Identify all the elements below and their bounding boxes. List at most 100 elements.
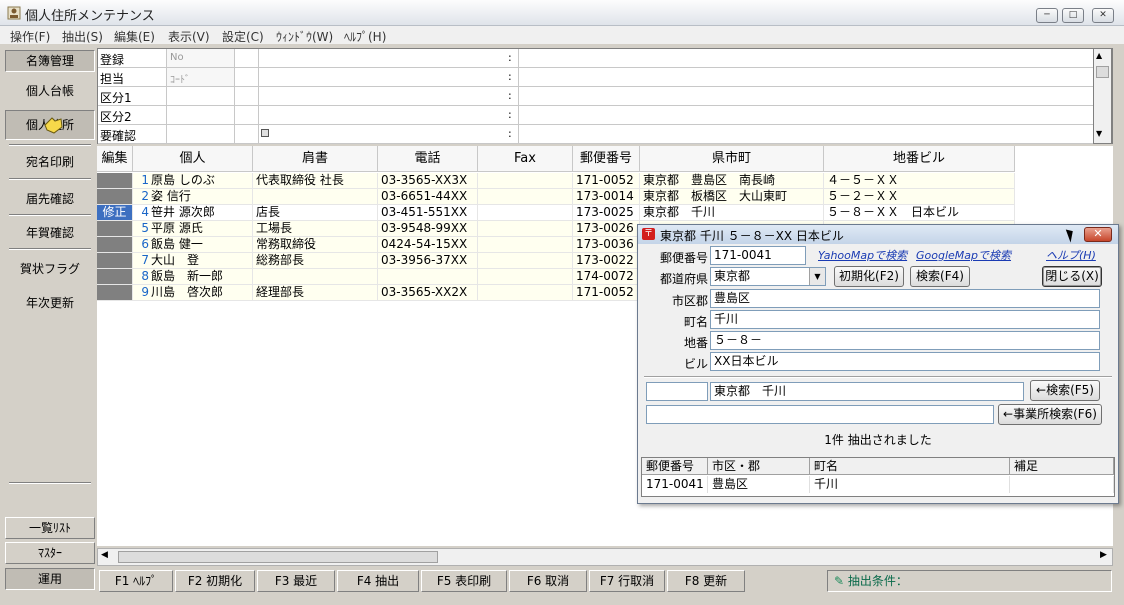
column-header-title[interactable]: 肩書 (253, 146, 378, 172)
confirm-value-field[interactable] (258, 125, 508, 143)
cell-fax[interactable] (478, 285, 573, 301)
search-button[interactable]: 検索(F4) (910, 266, 970, 287)
result-cell-city[interactable]: 豊島区 (708, 476, 810, 493)
cell-title[interactable]: 常務取締役 (253, 237, 378, 253)
cell-edit[interactable] (97, 285, 133, 301)
sidebar-button-directory[interactable]: 名簿管理 (5, 50, 95, 72)
prefecture-select[interactable]: 東京都 ▼ (710, 267, 826, 286)
cell-fax[interactable] (478, 205, 573, 221)
table-row[interactable]: 2姿 信行 03-6651-44XX 173-0014 東京都 板橋区 大山東町 ５－２… (97, 189, 1015, 205)
menu-help[interactable]: ﾍﾙﾌﾟ(H) (344, 28, 386, 45)
f6-cancel-button[interactable]: F6 取消 (509, 570, 587, 592)
cell-address[interactable]: ４－５－ＸＸ (824, 173, 1015, 189)
init-button[interactable]: 初期化(F2) (834, 266, 904, 287)
category1-value-field[interactable] (258, 87, 508, 105)
google-map-link[interactable]: GoogleMapで検索 (916, 247, 1011, 263)
f5-print-button[interactable]: F5 表印刷 (421, 570, 507, 592)
column-header-city[interactable]: 県市町 (640, 146, 824, 172)
grid-horizontal-scrollbar[interactable]: ◀ ▶ (97, 548, 1113, 566)
sidebar-item-newyear-check[interactable]: 年賀確認 (5, 224, 95, 241)
cell-phone[interactable]: 03-3565-XX2X (378, 285, 478, 301)
menu-view[interactable]: 表示(V) (168, 28, 210, 45)
yahoo-map-link[interactable]: YahooMapで検索 (818, 247, 907, 263)
column-header-address[interactable]: 地番ビル (824, 146, 1015, 172)
address-search-input[interactable]: 東京都 千川 (710, 382, 1024, 401)
cell-edit[interactable] (97, 189, 133, 205)
scroll-left-icon[interactable]: ◀ (101, 550, 108, 560)
sidebar-button-master[interactable]: ﾏｽﾀｰ (5, 542, 95, 564)
register-value-field[interactable] (258, 49, 508, 67)
maximize-button[interactable]: □ (1062, 8, 1084, 23)
sidebar-item-annual-update[interactable]: 年次更新 (5, 294, 95, 311)
scroll-right-icon[interactable]: ▶ (1100, 550, 1107, 560)
office-search-button[interactable]: ←事業所検索(F6) (998, 404, 1102, 425)
cell-title[interactable]: 経理部長 (253, 285, 378, 301)
cell-edit[interactable] (97, 237, 133, 253)
result-cell-zip[interactable]: 171-0041 (642, 476, 708, 493)
category2-detail-field[interactable] (518, 106, 1094, 124)
cell-name[interactable]: 笹井 源次郎 (133, 205, 253, 221)
cell-name[interactable]: 飯島 健一 (133, 237, 253, 253)
dialog-close-icon[interactable]: ✕ (1084, 227, 1112, 242)
category1-detail-field[interactable] (518, 87, 1094, 105)
cell-name[interactable]: 原島 しのぶ (133, 173, 253, 189)
city-input[interactable]: 豊島区 (710, 289, 1100, 308)
cell-fax[interactable] (478, 221, 573, 237)
cell-title[interactable] (253, 189, 378, 205)
staff-value-field[interactable] (258, 68, 508, 86)
menu-settings[interactable]: 設定(C) (222, 28, 264, 45)
f3-recent-button[interactable]: F3 最近 (257, 570, 335, 592)
cell-city[interactable]: 東京都 板橋区 大山東町 (640, 189, 824, 205)
result-cell-note[interactable] (1010, 476, 1114, 493)
minimize-button[interactable]: ─ (1036, 8, 1058, 23)
scroll-down-icon[interactable]: ▼ (1096, 129, 1102, 138)
cell-name[interactable]: 川島 啓次郎 (133, 285, 253, 301)
scroll-thumb[interactable] (118, 551, 438, 563)
cell-zip[interactable]: 173-0026 (573, 221, 640, 237)
menu-edit[interactable]: 編集(E) (114, 28, 155, 45)
scroll-up-icon[interactable]: ▲ (1096, 51, 1102, 60)
menu-extract[interactable]: 抽出(S) (62, 28, 103, 45)
result-cell-town[interactable]: 千川 (810, 476, 1010, 493)
cell-zip[interactable]: 173-0025 (573, 205, 640, 221)
cell-fax[interactable] (478, 237, 573, 253)
cell-edit[interactable] (97, 253, 133, 269)
f8-update-button[interactable]: F8 更新 (667, 570, 745, 592)
cell-name[interactable]: 平原 源氏 (133, 221, 253, 237)
search-f5-button[interactable]: ←検索(F5) (1030, 380, 1100, 401)
table-row[interactable]: 1 原島 しのぶ 代表取締役 社長 03-3565-XX3X 171-0052 東京都 豊… (97, 173, 1015, 189)
chevron-down-icon[interactable]: ▼ (809, 268, 825, 285)
category2-value-field[interactable] (258, 106, 508, 124)
cell-name[interactable]: 姿 信行 (133, 189, 253, 205)
f4-extract-button[interactable]: F4 抽出 (337, 570, 419, 592)
confirm-detail-field[interactable] (518, 125, 1094, 143)
building-input[interactable]: XX日本ビル (710, 352, 1100, 371)
cell-title[interactable]: 総務部長 (253, 253, 378, 269)
cell-phone[interactable]: 03-9548-99XX (378, 221, 478, 237)
menu-window[interactable]: ｳｨﾝﾄﾞｳ(W) (276, 28, 333, 45)
column-header-fax[interactable]: Fax (478, 146, 573, 172)
cell-zip[interactable]: 173-0022 (573, 253, 640, 269)
cell-zip[interactable]: 174-0072 (573, 269, 640, 285)
form-scrollbar[interactable]: ▲ ▼ (1093, 48, 1112, 144)
cell-fax[interactable] (478, 189, 573, 205)
column-header-zip[interactable]: 郵便番号 (573, 146, 640, 172)
cell-title[interactable]: 工場長 (253, 221, 378, 237)
close-button[interactable]: ✕ (1092, 8, 1114, 23)
cell-fax[interactable] (478, 173, 573, 189)
cell-zip[interactable]: 173-0014 (573, 189, 640, 205)
f2-init-button[interactable]: F2 初期化 (175, 570, 255, 592)
cell-name[interactable]: 大山 登 (133, 253, 253, 269)
cell-phone[interactable]: 03-451-551XX (378, 205, 478, 221)
cell-city[interactable]: 東京都 豊島区 南長崎 (640, 173, 824, 189)
sidebar-item-personal-ledger[interactable]: 個人台帳 (5, 82, 95, 99)
cell-address[interactable]: ５－８－ＸＸ 日本ビル (824, 205, 1015, 221)
cell-zip[interactable]: 173-0036 (573, 237, 640, 253)
cell-name[interactable]: 飯島 新一郎 (133, 269, 253, 285)
menu-operation[interactable]: 操作(F) (10, 28, 50, 45)
cell-city[interactable]: 東京都 千川 (640, 205, 824, 221)
cell-address[interactable]: ５－２－ＸＸ (824, 189, 1015, 205)
cell-edit[interactable] (97, 221, 133, 237)
cell-edit[interactable] (97, 173, 133, 189)
cell-fax[interactable] (478, 253, 573, 269)
